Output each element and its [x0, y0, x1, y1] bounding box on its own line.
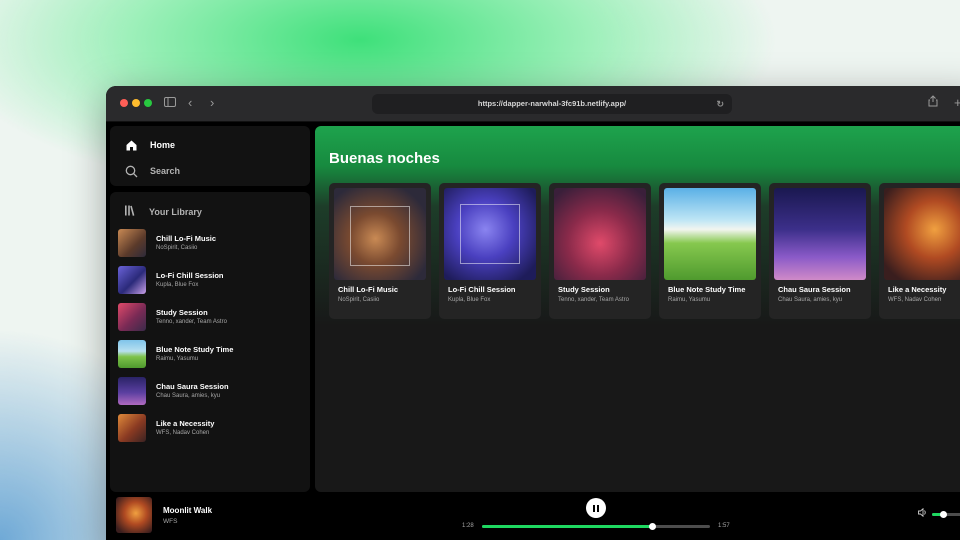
library-item[interactable]: Chill Lo-Fi Music NoSpirit, Casiio — [118, 226, 302, 260]
card-artists: Raimu, Yasumu — [668, 297, 711, 303]
main-content: Buenas noches Chill Lo-Fi Music NoSpirit… — [315, 126, 960, 492]
card-artists: Kupla, Blue Fox — [448, 297, 491, 303]
browser-window: ‹ › https://dapper-narwhal-3fc91b.netlif… — [106, 86, 960, 540]
nav-home-label: Home — [150, 140, 176, 150]
close-window-button[interactable] — [120, 99, 128, 107]
library-item-title: Lo-Fi Chill Session — [156, 271, 224, 280]
card-artists: Chau Saura, amies, kyu — [778, 297, 843, 303]
library-item-title: Like a Necessity — [156, 419, 215, 428]
library-icon — [124, 204, 137, 219]
forward-icon[interactable]: › — [210, 95, 214, 111]
library-item[interactable]: Like a Necessity WFS, Nadav Cohen — [118, 411, 302, 445]
now-playing-bar: Moonlit Walk WFS 1:28 1:57 — [106, 492, 960, 538]
card-title: Study Session — [558, 285, 610, 294]
now-playing-artist[interactable]: WFS — [163, 518, 177, 525]
volume-fill — [932, 511, 947, 518]
nav-home[interactable]: Home — [124, 138, 175, 152]
library-item[interactable]: Study Session Tenno, xander, Team Astro — [118, 300, 302, 334]
volume-slider[interactable] — [932, 511, 960, 518]
playlist-cover — [444, 188, 536, 280]
address-bar[interactable]: https://dapper-narwhal-3fc91b.netlify.ap… — [372, 94, 732, 114]
library-item[interactable]: Chau Saura Session Chau Saura, amies, kyu — [118, 374, 302, 408]
playlist-cover — [118, 414, 146, 442]
library-header[interactable]: Your Library — [124, 204, 202, 219]
sidebar-toggle-icon[interactable] — [164, 95, 176, 111]
library-item-artists: WFS, Nadav Cohen — [156, 430, 210, 436]
playlist-cover — [774, 188, 866, 280]
library-item[interactable]: Blue Note Study Time Raimu, Yasumu — [118, 337, 302, 371]
pause-icon — [593, 504, 595, 512]
playlist-card[interactable]: Like a Necessity WFS, Nadav Cohen — [879, 183, 960, 319]
card-title: Blue Note Study Time — [668, 285, 746, 294]
now-playing-cover — [116, 497, 152, 533]
playlist-cover — [118, 229, 146, 257]
minimize-window-button[interactable] — [132, 99, 140, 107]
playlist-card[interactable]: Blue Note Study Time Raimu, Yasumu — [659, 183, 761, 319]
card-artists: NoSpirit, Casiio — [338, 297, 380, 303]
playlist-cover — [884, 188, 960, 280]
volume-icon[interactable] — [918, 507, 928, 520]
back-icon[interactable]: ‹ — [188, 95, 192, 111]
playlist-cover — [118, 377, 146, 405]
search-icon — [124, 164, 138, 178]
home-icon — [124, 138, 138, 152]
library-item-title: Chill Lo-Fi Music — [156, 234, 216, 243]
reload-icon[interactable]: ↻ — [716, 94, 724, 114]
library-item-artists: Raimu, Yasumu — [156, 356, 199, 362]
nav-search-label: Search — [150, 166, 181, 176]
nav-search[interactable]: Search — [124, 164, 180, 178]
library-item-artists: Tenno, xander, Team Astro — [156, 319, 227, 325]
card-title: Chill Lo-Fi Music — [338, 285, 398, 294]
pause-button[interactable] — [586, 498, 606, 518]
card-title: Like a Necessity — [888, 285, 947, 294]
card-artists: Tenno, xander, Team Astro — [558, 297, 629, 303]
library-item-title: Study Session — [156, 308, 208, 317]
playlist-card[interactable]: Chau Saura Session Chau Saura, amies, ky… — [769, 183, 871, 319]
share-icon[interactable] — [928, 95, 938, 112]
progress-fill — [482, 523, 656, 530]
duration-time: 1:57 — [718, 523, 730, 529]
elapsed-time: 1:28 — [462, 523, 474, 529]
library-item-artists: Kupla, Blue Fox — [156, 282, 199, 288]
playlist-cover — [554, 188, 646, 280]
playlist-cover — [664, 188, 756, 280]
library-item-title: Blue Note Study Time — [156, 345, 234, 354]
sidebar-nav: Home Search — [110, 126, 310, 186]
playlist-card[interactable]: Study Session Tenno, xander, Team Astro — [549, 183, 651, 319]
browser-titlebar: ‹ › https://dapper-narwhal-3fc91b.netlif… — [106, 86, 960, 122]
progress-handle[interactable] — [649, 523, 656, 530]
library-item-artists: NoSpirit, Casiio — [156, 245, 198, 251]
page-title: Buenas noches — [329, 150, 440, 167]
volume-handle[interactable] — [940, 511, 947, 518]
library-item-artists: Chau Saura, amies, kyu — [156, 393, 221, 399]
library-item-title: Chau Saura Session — [156, 382, 229, 391]
card-title: Lo-Fi Chill Session — [448, 285, 516, 294]
playlist-card[interactable]: Chill Lo-Fi Music NoSpirit, Casiio — [329, 183, 431, 319]
library-item[interactable]: Lo-Fi Chill Session Kupla, Blue Fox — [118, 263, 302, 297]
playlist-cover — [118, 340, 146, 368]
maximize-window-button[interactable] — [144, 99, 152, 107]
playlist-card[interactable]: Lo-Fi Chill Session Kupla, Blue Fox — [439, 183, 541, 319]
card-title: Chau Saura Session — [778, 285, 851, 294]
playlist-cover — [118, 266, 146, 294]
progress-bar[interactable] — [482, 523, 710, 530]
address-url: https://dapper-narwhal-3fc91b.netlify.ap… — [477, 99, 627, 108]
library-panel: Your Library Chill Lo-Fi Music NoSpirit, … — [110, 192, 310, 492]
playlist-cover — [334, 188, 426, 280]
playlist-cover — [118, 303, 146, 331]
new-tab-icon[interactable]: + — [954, 95, 960, 111]
library-title: Your Library — [149, 206, 202, 217]
card-artists: WFS, Nadav Cohen — [888, 297, 942, 303]
now-playing-title[interactable]: Moonlit Walk — [163, 506, 212, 515]
